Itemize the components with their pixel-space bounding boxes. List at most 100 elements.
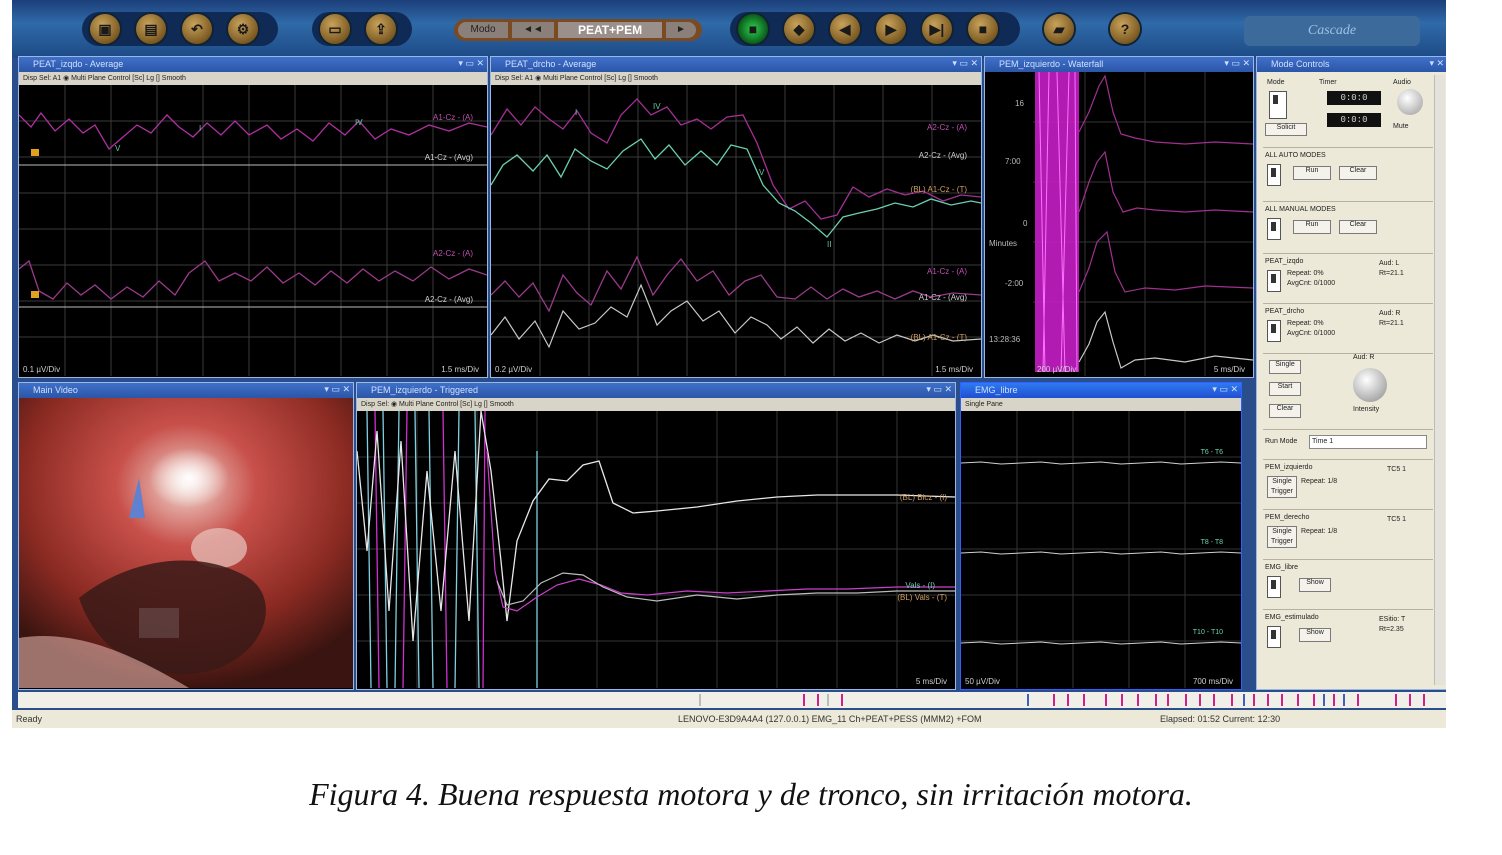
peat-izquierdo-panel: PEAT_izqdo - Average ▾ ▭ ✕ Disp Sel: A1 … <box>18 56 488 378</box>
audio-label: Audio <box>1393 79 1411 86</box>
emg-estimulado-mode-section: EMG_estimulado Show ESitio: T Rt=2.35 <box>1263 609 1433 662</box>
all-manual-modes-section: ALL MANUAL MODES Run Clear <box>1263 201 1433 252</box>
emg-libre-plot <box>961 411 1241 688</box>
time-scale: 700 ms/Div <box>1192 677 1233 686</box>
emg-libre-show-button[interactable]: Show <box>1299 578 1331 592</box>
single-button[interactable]: Single <box>1269 360 1301 374</box>
controls-scrollbar[interactable] <box>1434 75 1445 685</box>
panel-title[interactable]: Mode Controls <box>1257 57 1446 72</box>
next-icon[interactable]: ▶| <box>922 14 952 44</box>
window-controls-icon[interactable]: ▾ ▭ ✕ <box>458 58 484 69</box>
help-icon[interactable]: ? <box>1110 14 1140 44</box>
manual-run-button[interactable]: Run <box>1293 220 1331 234</box>
panel-title[interactable]: PEAT_drcho - Average <box>491 57 981 72</box>
stimulation-section: Single Start Clear Aud: R Intensity <box>1263 353 1433 426</box>
peat-derecho-trace-plot: I IV V II <box>491 85 981 376</box>
peat-izquierdo-switch[interactable] <box>1267 270 1281 292</box>
montage-name[interactable]: PEAT+PEM <box>558 22 662 38</box>
y-tick-label: 0 <box>1023 219 1028 228</box>
clear-button[interactable]: Clear <box>1269 404 1301 418</box>
single-trigger-button[interactable]: Single Trigger <box>1267 476 1297 498</box>
open-icon[interactable]: ▭ <box>320 14 350 44</box>
channel-marker-icon <box>31 291 39 298</box>
settings-icon[interactable]: ⚙ <box>228 14 258 44</box>
panel-toolbar[interactable]: Disp Sel: ◉ Multi Plane Control [Sc] Lg … <box>357 398 955 411</box>
panel-title[interactable]: PEAT_izqdo - Average <box>19 57 487 72</box>
timeline-scrollbar[interactable] <box>18 692 1446 708</box>
event-marker-track <box>699 694 1425 706</box>
main-video-panel: Main Video ▾ ▭ ✕ <box>18 382 354 690</box>
print-icon[interactable]: ▤ <box>136 14 166 44</box>
time-scale: 1.5 ms/Div <box>441 365 479 374</box>
pem-waterfall-panel: PEM_izquierdo - Waterfall ▾ ▭ ✕ 16 7:00 … <box>984 56 1254 378</box>
run-mode-select[interactable]: Time 1 <box>1309 435 1427 449</box>
panel-toolbar[interactable]: Disp Sel: A1 ◉ Multi Plane Control [Sc] … <box>491 72 981 85</box>
amplitude-scale: 0.1 µV/Div <box>23 365 61 374</box>
montage-prev-button[interactable]: Modo <box>458 22 508 38</box>
panel-title[interactable]: PEM_izquierdo - Triggered <box>357 383 955 398</box>
stop-icon[interactable]: ■ <box>968 14 998 44</box>
export-icon[interactable]: ⇪ <box>366 14 396 44</box>
auto-modes-switch[interactable] <box>1267 164 1281 186</box>
peat-derecho-panel: PEAT_drcho - Average ▾ ▭ ✕ Disp Sel: A1 … <box>490 56 982 378</box>
window-controls-icon[interactable]: ▾ ▭ ✕ <box>1212 384 1238 395</box>
channel-marker-icon <box>31 149 39 156</box>
brand-logo: Cascade <box>1244 16 1420 46</box>
svg-text:V: V <box>115 144 121 153</box>
channel-label: T6 - T6 <box>1200 449 1223 456</box>
auto-run-button[interactable]: Run <box>1293 166 1331 180</box>
panel-toolbar[interactable]: Single Pane <box>961 398 1241 411</box>
window-controls-icon[interactable]: ▾ ▭ ✕ <box>324 384 350 395</box>
svg-text:I: I <box>575 108 577 117</box>
pem-triggered-panel: PEM_izquierdo - Triggered ▾ ▭ ✕ Disp Sel… <box>356 382 956 690</box>
auto-clear-button[interactable]: Clear <box>1339 166 1377 180</box>
record-icon[interactable]: ■ <box>738 14 768 44</box>
peat-derecho-switch[interactable] <box>1267 320 1281 342</box>
svg-text:IV: IV <box>653 102 661 111</box>
panel-title[interactable]: EMG_libre <box>961 383 1241 398</box>
channel-label: A1-Cz - (Avg) <box>918 293 967 302</box>
manual-modes-switch[interactable] <box>1267 218 1281 240</box>
y-tick-label: 16 <box>1015 99 1024 108</box>
surgical-video-frame <box>19 398 353 688</box>
channel-label: A1-Cz - (A) <box>927 267 967 276</box>
save-icon[interactable]: ▣ <box>90 14 120 44</box>
y-tick-label: -2:00 <box>1005 279 1024 288</box>
channel-label: A2-Cz - (A) <box>927 123 967 132</box>
mode-switch[interactable] <box>1269 91 1287 119</box>
channel-label: T10 - T10 <box>1192 629 1223 636</box>
single-trigger-button[interactable]: Single Trigger <box>1267 526 1297 548</box>
emg-libre-switch[interactable] <box>1267 576 1281 598</box>
panel-toolbar[interactable]: Disp Sel: A1 ◉ Multi Plane Control [Sc] … <box>19 72 487 85</box>
window-controls-icon[interactable]: ▾ ✕ <box>1429 58 1444 69</box>
intensity-knob[interactable] <box>1353 368 1387 402</box>
status-bar: Ready LENOVO-E3D9A4A4 (127.0.0.1) EMG_11… <box>12 710 1446 728</box>
rewind-icon[interactable]: ◀ <box>830 14 860 44</box>
channel-label: A2-Cz - (Avg) <box>424 295 473 304</box>
panel-title[interactable]: PEM_izquierdo - Waterfall <box>985 57 1253 72</box>
channel-label: A2-Cz - (Avg) <box>918 151 967 160</box>
undo-icon[interactable]: ↶ <box>182 14 212 44</box>
window-controls-icon[interactable]: ▾ ▭ ✕ <box>952 58 978 69</box>
start-button[interactable]: Start <box>1269 382 1301 396</box>
all-auto-modes-section: ALL AUTO MODES Run Clear <box>1263 147 1433 198</box>
time-scale: 1.5 ms/Div <box>935 365 973 374</box>
mute-checkbox[interactable]: Mute <box>1393 123 1409 130</box>
window-controls-icon[interactable]: ▾ ▭ ✕ <box>926 384 952 395</box>
panel-title[interactable]: Main Video <box>19 383 353 398</box>
emg-estimulado-switch[interactable] <box>1267 626 1281 648</box>
play-icon[interactable]: ▶ <box>876 14 906 44</box>
window-controls-icon[interactable]: ▾ ▭ ✕ <box>1224 58 1250 69</box>
montage-next-button[interactable]: ► <box>666 22 696 38</box>
emg-estimulado-show-button[interactable]: Show <box>1299 628 1331 642</box>
mode-label: Mode <box>1267 79 1285 86</box>
channel-label: (BL) A1-Cz - (T) <box>910 333 967 342</box>
mark-icon[interactable]: ◆ <box>784 14 814 44</box>
audio-volume-knob[interactable] <box>1397 89 1423 115</box>
manual-clear-button[interactable]: Clear <box>1339 220 1377 234</box>
montage-rewind-button[interactable]: ◄◄ <box>512 22 554 38</box>
timer-label: Timer <box>1319 79 1337 86</box>
main-toolbar: ▣ ▤ ↶ ⚙ ▭ ⇪ Modo ◄◄ PEAT+PEM ► ■ ◆ ◀ ▶ ▶… <box>12 0 1446 58</box>
folder-icon[interactable]: ▰ <box>1044 14 1074 44</box>
solicit-button[interactable]: Solicit <box>1265 123 1307 136</box>
